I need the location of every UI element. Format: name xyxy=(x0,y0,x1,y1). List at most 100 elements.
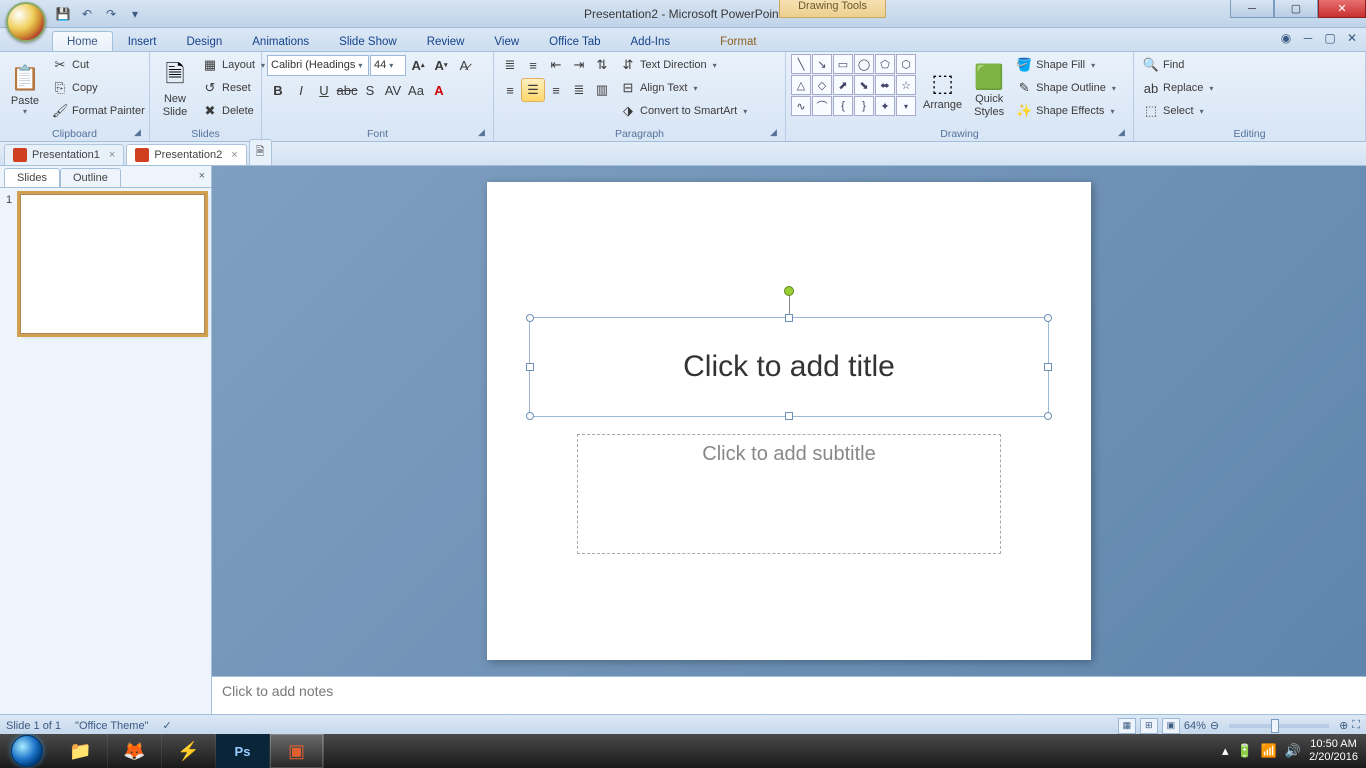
shape-effects-button[interactable]: ✨Shape Effects▾ xyxy=(1012,100,1120,122)
zoom-thumb[interactable] xyxy=(1271,719,1279,733)
normal-view-button[interactable]: ▦ xyxy=(1118,718,1136,734)
reset-button[interactable]: ↺Reset xyxy=(198,77,269,99)
ribbon-close-icon[interactable]: ✕ xyxy=(1344,31,1360,47)
numbering-button[interactable]: ≡ xyxy=(522,54,544,76)
close-tab-icon[interactable]: × xyxy=(231,149,237,161)
ribbon-minimize-icon[interactable]: ─ xyxy=(1300,31,1316,47)
taskbar-winamp[interactable]: ⚡ xyxy=(162,734,216,768)
doctab-presentation2[interactable]: Presentation2× xyxy=(126,144,246,165)
zoom-in-button[interactable]: ⊕ xyxy=(1339,719,1348,732)
minimize-button[interactable]: ─ xyxy=(1230,0,1274,18)
tab-view[interactable]: View xyxy=(479,31,534,51)
change-case-button[interactable]: Aa xyxy=(405,79,427,101)
font-family-combo[interactable]: Calibri (Headings▾ xyxy=(267,55,369,76)
tab-insert[interactable]: Insert xyxy=(113,31,172,51)
tab-review[interactable]: Review xyxy=(412,31,480,51)
office-button[interactable] xyxy=(6,2,46,42)
cut-button[interactable]: ✂Cut xyxy=(48,54,149,76)
resize-handle[interactable] xyxy=(526,363,534,371)
decrease-indent-button[interactable]: ⇤ xyxy=(545,54,567,76)
font-launcher[interactable]: ◢ xyxy=(478,127,490,139)
resize-handle[interactable] xyxy=(1044,314,1052,322)
increase-indent-button[interactable]: ⇥ xyxy=(568,54,590,76)
ribbon-restore-icon[interactable]: ▢ xyxy=(1322,31,1338,47)
taskbar-explorer[interactable]: 📁 xyxy=(54,734,108,768)
align-left-button[interactable]: ≡ xyxy=(499,79,521,101)
save-icon[interactable]: 💾 xyxy=(52,3,74,25)
maximize-button[interactable]: ▢ xyxy=(1274,0,1318,18)
copy-button[interactable]: ⎘Copy xyxy=(48,77,149,99)
align-text-button[interactable]: ⊟Align Text▾ xyxy=(616,77,751,99)
strikethrough-button[interactable]: abc xyxy=(336,79,358,101)
resize-handle[interactable] xyxy=(1044,363,1052,371)
tab-format[interactable]: Format xyxy=(705,31,771,51)
drawing-launcher[interactable]: ◢ xyxy=(1118,127,1130,139)
resize-handle[interactable] xyxy=(526,412,534,420)
paragraph-launcher[interactable]: ◢ xyxy=(770,127,782,139)
undo-icon[interactable]: ↶ xyxy=(76,3,98,25)
font-size-combo[interactable]: 44▾ xyxy=(370,55,406,76)
layout-button[interactable]: ▦Layout▾ xyxy=(198,54,269,76)
bullets-button[interactable]: ≣ xyxy=(499,54,521,76)
italic-button[interactable]: I xyxy=(290,79,312,101)
arrange-button[interactable]: ⬚Arrange xyxy=(919,54,966,125)
slides-tab[interactable]: Slides xyxy=(4,168,60,187)
convert-smartart-button[interactable]: ⬗Convert to SmartArt▾ xyxy=(616,100,751,122)
select-button[interactable]: ⬚Select▾ xyxy=(1139,100,1217,122)
slide-thumbnail[interactable]: 1 xyxy=(6,194,205,334)
tab-add-ins[interactable]: Add-Ins xyxy=(616,31,686,51)
outline-tab[interactable]: Outline xyxy=(60,168,121,187)
tray-chevron-icon[interactable]: ▴ xyxy=(1222,743,1229,759)
title-placeholder[interactable]: Click to add title xyxy=(529,317,1049,417)
spelling-icon[interactable]: ✓ xyxy=(162,719,171,732)
justify-button[interactable]: ≣ xyxy=(568,79,590,101)
bold-button[interactable]: B xyxy=(267,79,289,101)
resize-handle[interactable] xyxy=(785,412,793,420)
subtitle-placeholder[interactable]: Click to add subtitle xyxy=(577,434,1001,554)
fit-window-button[interactable]: ⛶ xyxy=(1352,719,1360,732)
taskbar-photoshop[interactable]: Ps xyxy=(216,734,270,768)
tab-slide-show[interactable]: Slide Show xyxy=(324,31,412,51)
shrink-font-button[interactable]: A▾ xyxy=(430,54,452,76)
text-direction-button[interactable]: ⇵Text Direction▾ xyxy=(616,54,751,76)
font-color-button[interactable]: A xyxy=(428,79,450,101)
underline-button[interactable]: U xyxy=(313,79,335,101)
shape-fill-button[interactable]: 🪣Shape Fill▾ xyxy=(1012,54,1120,76)
grow-font-button[interactable]: A▴ xyxy=(407,54,429,76)
zoom-out-button[interactable]: ⊖ xyxy=(1210,719,1219,732)
notes-pane[interactable]: Click to add notes xyxy=(212,676,1366,714)
close-tab-icon[interactable]: × xyxy=(109,149,115,161)
volume-icon[interactable]: 🔊 xyxy=(1285,743,1301,759)
redo-icon[interactable]: ↷ xyxy=(100,3,122,25)
tab-design[interactable]: Design xyxy=(171,31,237,51)
quick-styles-button[interactable]: 🟩Quick Styles xyxy=(969,54,1009,125)
battery-icon[interactable]: 🔋 xyxy=(1237,743,1253,759)
taskbar-firefox[interactable]: 🦊 xyxy=(108,734,162,768)
rotate-handle[interactable] xyxy=(784,286,794,296)
align-center-button[interactable]: ☰ xyxy=(522,79,544,101)
char-spacing-button[interactable]: AV xyxy=(382,79,404,101)
tab-animations[interactable]: Animations xyxy=(237,31,324,51)
help-icon[interactable]: ◉ xyxy=(1278,31,1294,47)
paste-button[interactable]: 📋 Paste ▾ xyxy=(5,54,45,125)
shape-outline-button[interactable]: ✎Shape Outline▾ xyxy=(1012,77,1120,99)
start-button[interactable] xyxy=(0,734,54,768)
slide-stage[interactable]: Click to add title Click to add subtitle xyxy=(212,166,1366,676)
delete-button[interactable]: ✖Delete xyxy=(198,100,269,122)
new-slide-button[interactable]: 🗎 New Slide xyxy=(155,54,195,125)
tab-office-tab[interactable]: Office Tab xyxy=(534,31,615,51)
resize-handle[interactable] xyxy=(526,314,534,322)
align-right-button[interactable]: ≡ xyxy=(545,79,567,101)
resize-handle[interactable] xyxy=(1044,412,1052,420)
qat-dropdown-icon[interactable]: ▾ xyxy=(124,3,146,25)
columns-button[interactable]: ▥ xyxy=(591,79,613,101)
zoom-slider[interactable] xyxy=(1229,724,1329,728)
resize-handle[interactable] xyxy=(785,314,793,322)
shadow-button[interactable]: S xyxy=(359,79,381,101)
taskbar-powerpoint[interactable]: ▣ xyxy=(270,734,324,768)
doctab-presentation1[interactable]: Presentation1× xyxy=(4,144,124,165)
tab-home[interactable]: Home xyxy=(52,31,113,51)
clock[interactable]: 10:50 AM 2/20/2016 xyxy=(1309,738,1358,764)
new-doctab-button[interactable]: 🗎 xyxy=(249,139,272,165)
wifi-icon[interactable]: 📶 xyxy=(1261,743,1277,759)
